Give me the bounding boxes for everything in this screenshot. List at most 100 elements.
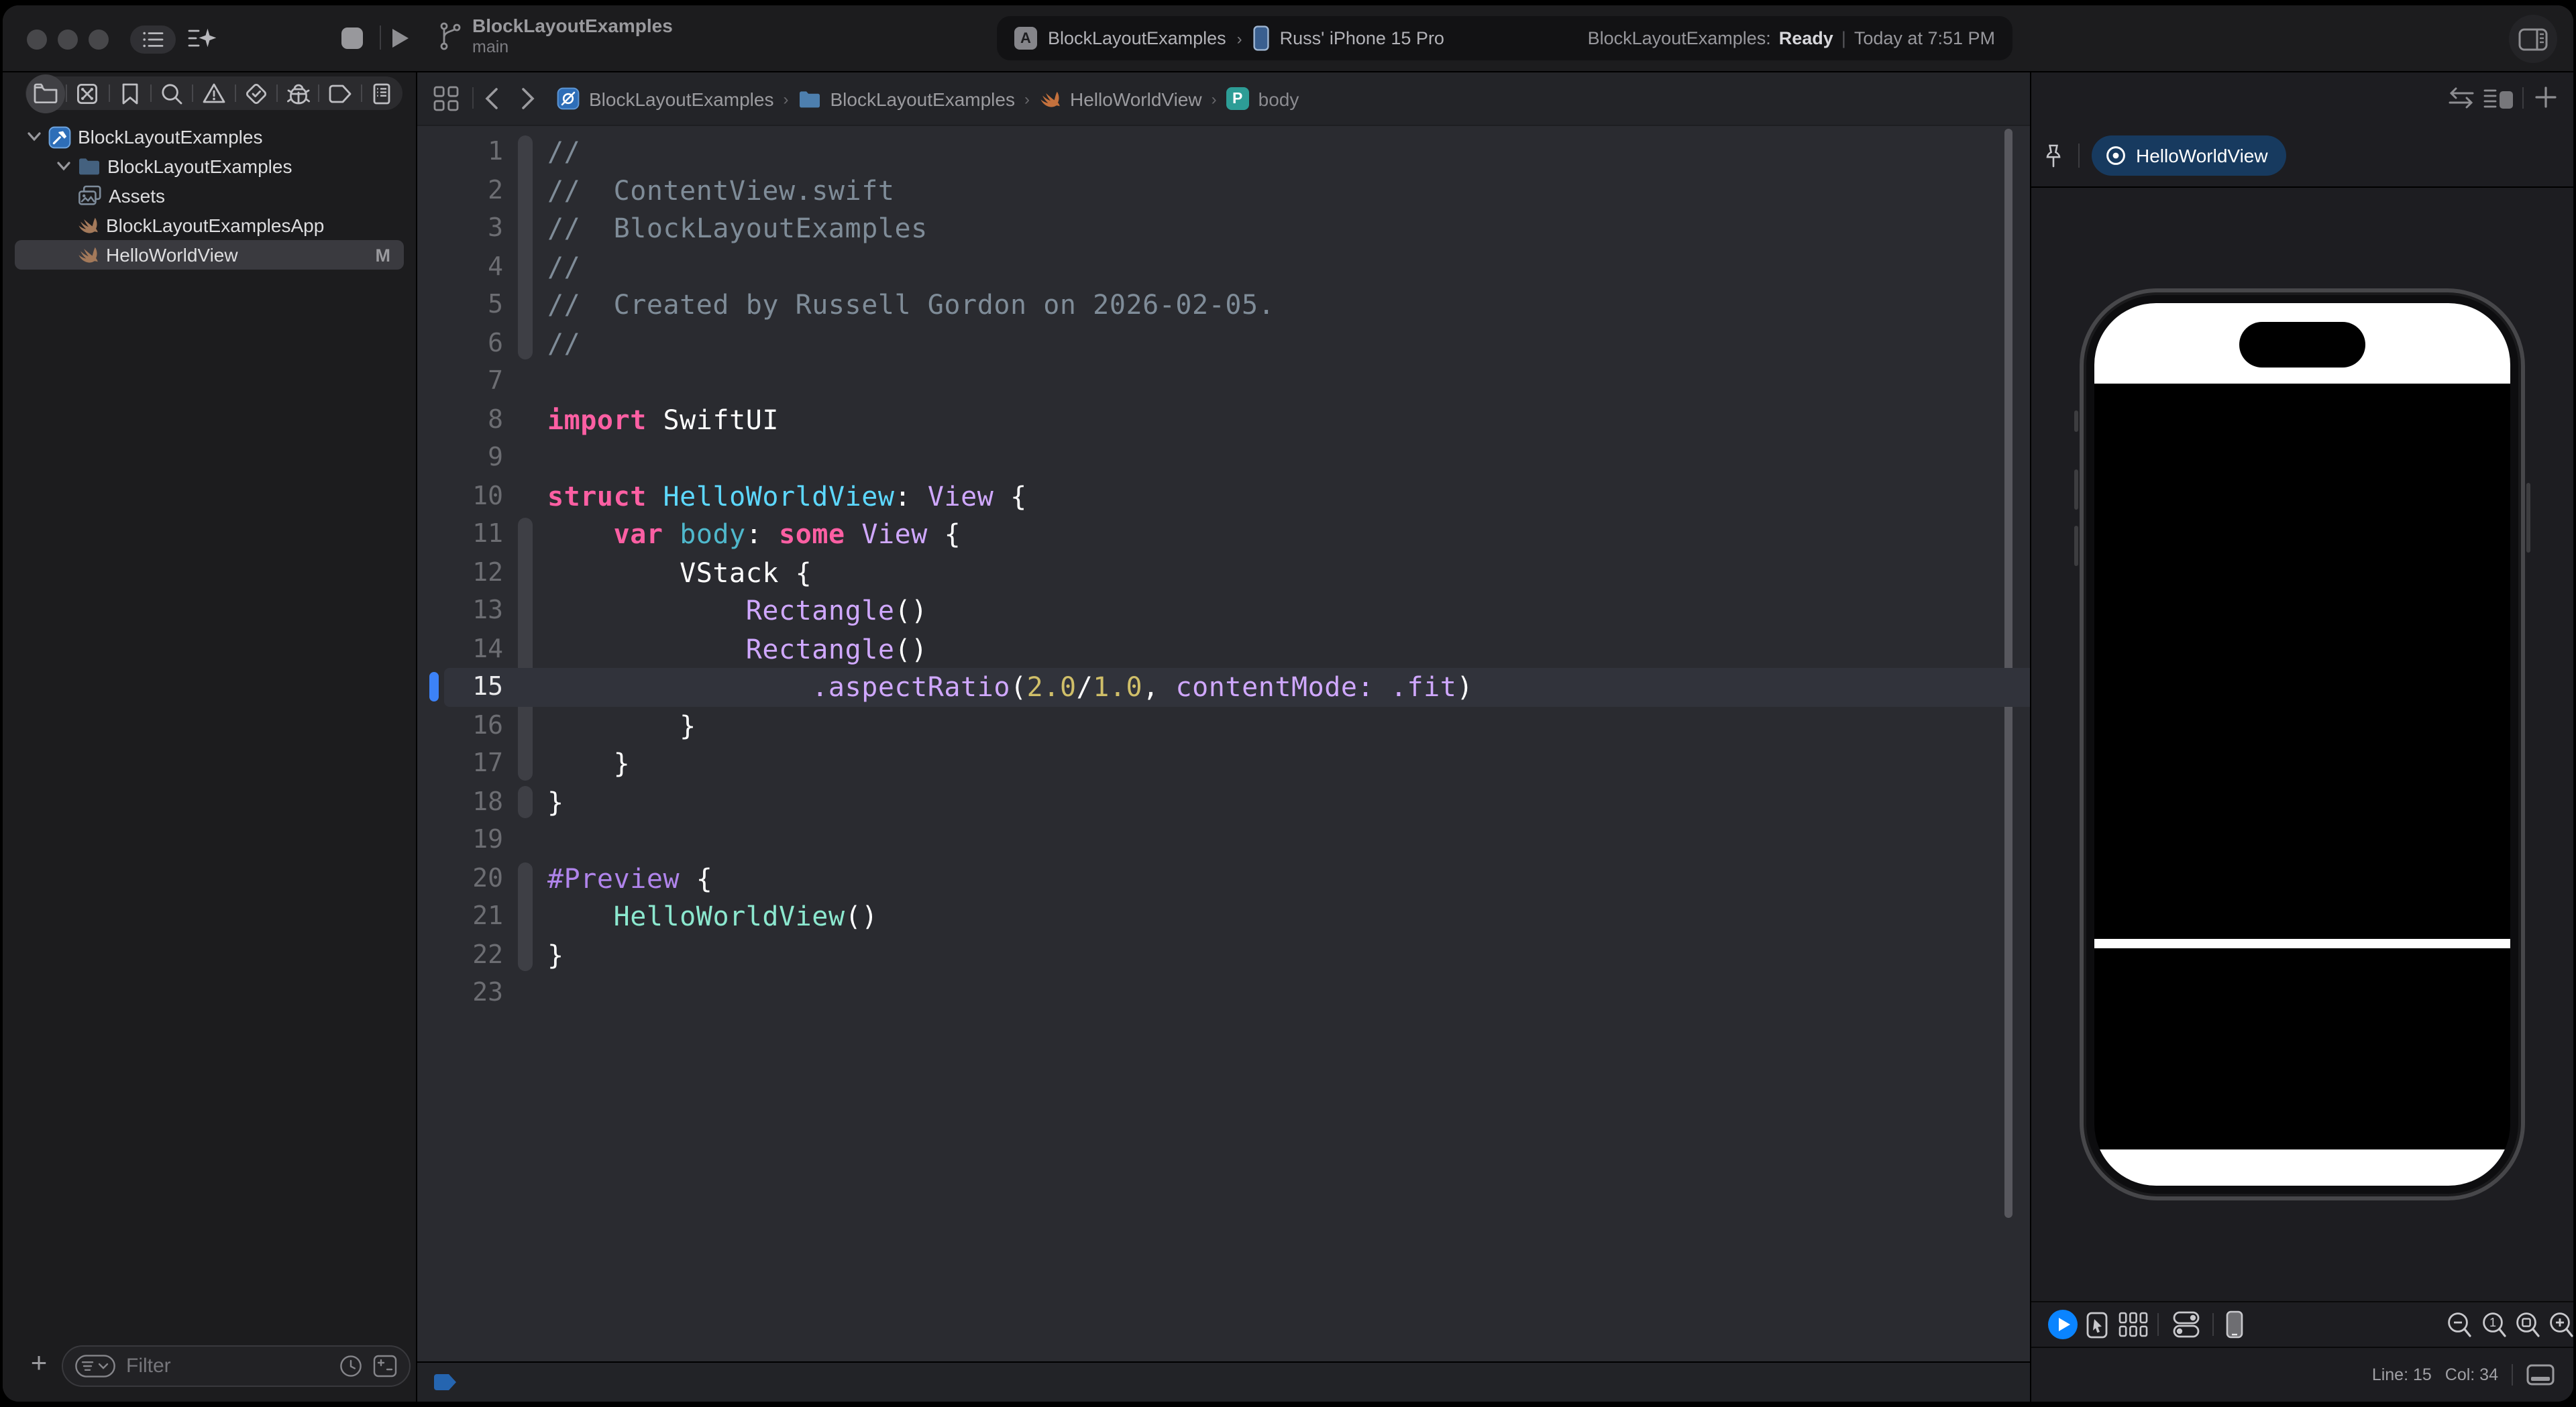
code-line[interactable]: //	[547, 247, 580, 286]
line-number[interactable]: 1	[417, 133, 503, 171]
tab-find-navigator[interactable]	[152, 76, 193, 110]
stop-button[interactable]	[341, 27, 364, 50]
recent-files-clock-icon[interactable]	[339, 1355, 362, 1377]
code-review-button[interactable]	[2449, 87, 2474, 109]
code-line[interactable]: import SwiftUI	[547, 400, 779, 439]
selectable-preview-button[interactable]	[2086, 1312, 2108, 1339]
line-number[interactable]: 16	[417, 706, 503, 744]
code-line[interactable]: //	[547, 324, 580, 362]
code-line[interactable]: Rectangle()	[547, 592, 928, 630]
zoom-out-button[interactable]	[2447, 1312, 2473, 1339]
filter-options-icon[interactable]	[75, 1355, 115, 1377]
code-line[interactable]: }	[547, 706, 696, 744]
line-number[interactable]: 20	[417, 859, 503, 897]
code-line[interactable]: // Created by Russell Gordon on 2026-02-…	[547, 286, 1275, 324]
tab-project-navigator[interactable]	[25, 76, 66, 110]
line-number[interactable]: 21	[417, 897, 503, 936]
code-line[interactable]: //	[547, 133, 580, 171]
tab-source-control-navigator[interactable]	[68, 76, 109, 110]
breakpoint-indicator-icon[interactable]	[433, 1373, 458, 1391]
line-number[interactable]: 13	[417, 592, 503, 630]
line-number[interactable]: 23	[417, 974, 503, 1012]
code-editor-area[interactable]: 1//2// ContentView.swift3// BlockLayoutE…	[417, 126, 2030, 1361]
scheme-activity-view[interactable]: A BlockLayoutExamples › Russ' iPhone 15 …	[997, 16, 2012, 60]
code-line[interactable]: HelloWorldView()	[547, 897, 878, 936]
zoom-window-button[interactable]	[89, 29, 109, 49]
line-number[interactable]: 17	[417, 744, 503, 783]
breadcrumb-item[interactable]: BlockLayoutExamples	[798, 88, 1016, 109]
minimize-window-button[interactable]	[58, 29, 78, 49]
breadcrumb-label[interactable]: body	[1258, 88, 1299, 109]
iphone-preview-device[interactable]	[2080, 288, 2525, 1200]
code-line[interactable]: #Preview {	[547, 859, 712, 897]
adjust-editor-options-button[interactable]	[2483, 87, 2514, 110]
tab-breakpoint-navigator[interactable]	[320, 76, 361, 110]
zoom-to-fit-button[interactable]	[2516, 1312, 2541, 1339]
go-forward-button[interactable]	[521, 87, 535, 110]
code-line[interactable]: VStack {	[547, 553, 812, 592]
zoom-actual-size-button[interactable]: 1	[2482, 1312, 2508, 1339]
line-number[interactable]: 22	[417, 936, 503, 974]
preview-variants-button[interactable]	[2118, 1312, 2148, 1337]
sidebar-item-BlockLayoutExamples[interactable]: BlockLayoutExamples	[15, 122, 404, 152]
toggle-bottom-bar-icon[interactable]	[2526, 1364, 2555, 1386]
line-number[interactable]: 3	[417, 209, 503, 247]
line-number[interactable]: 6	[417, 324, 503, 362]
breadcrumb-item[interactable]: HelloWorldView	[1039, 88, 1202, 109]
line-number[interactable]: 14	[417, 630, 503, 668]
zoom-in-button[interactable]	[2549, 1312, 2573, 1339]
go-back-button[interactable]	[484, 87, 499, 110]
code-line[interactable]: }	[547, 744, 630, 783]
editor-only-mode-button[interactable]	[130, 25, 176, 54]
code-fold-ribbon[interactable]	[518, 862, 533, 971]
tab-test-navigator[interactable]	[235, 76, 276, 110]
line-number[interactable]: 5	[417, 286, 503, 324]
sidebar-item-BlockLayoutExamples[interactable]: BlockLayoutExamples	[15, 152, 404, 181]
breadcrumb-label[interactable]: BlockLayoutExamples	[830, 88, 1016, 109]
preview-screen[interactable]	[2094, 303, 2510, 1186]
line-number[interactable]: 19	[417, 821, 503, 859]
pin-preview-button[interactable]	[2042, 144, 2065, 169]
code-line[interactable]: var body: some View {	[547, 515, 961, 553]
line-number[interactable]: 18	[417, 783, 503, 821]
run-destination-label[interactable]: Russ' iPhone 15 Pro	[1280, 28, 1444, 48]
tab-report-navigator[interactable]	[362, 76, 402, 110]
device-settings-button[interactable]	[2171, 1309, 2202, 1340]
tab-issue-navigator[interactable]	[194, 76, 235, 110]
sidebar-item-Assets[interactable]: Assets	[15, 181, 404, 211]
breadcrumb-item[interactable]: BlockLayoutExamples	[557, 87, 774, 110]
code-line[interactable]: }	[547, 936, 564, 974]
add-editor-button[interactable]	[2534, 86, 2557, 109]
disclosure-chevron-icon[interactable]	[56, 161, 71, 172]
close-window-button[interactable]	[27, 29, 47, 49]
source-control-change-bar[interactable]	[429, 672, 439, 701]
breadcrumb-label[interactable]: HelloWorldView	[1070, 88, 1202, 109]
breadcrumb-item[interactable]: Pbody	[1226, 87, 1299, 110]
code-line[interactable]: // ContentView.swift	[547, 171, 895, 209]
line-number[interactable]: 12	[417, 553, 503, 592]
code-fold-ribbon[interactable]	[518, 785, 533, 818]
toggle-inspectors-button[interactable]	[2509, 15, 2557, 63]
filter-field[interactable]: Filter	[62, 1345, 411, 1387]
code-line[interactable]: Rectangle()	[547, 630, 928, 668]
breadcrumb-label[interactable]: BlockLayoutExamples	[589, 88, 774, 109]
tab-bookmark-navigator[interactable]	[109, 76, 150, 110]
scheme-project-info[interactable]: BlockLayoutExamples main	[439, 15, 673, 58]
code-line[interactable]: .aspectRatio(2.0/1.0, contentMode: .fit)	[547, 668, 1473, 706]
related-items-button[interactable]	[433, 86, 459, 111]
sidebar-item-BlockLayoutExamplesApp[interactable]: BlockLayoutExamplesApp	[15, 211, 404, 240]
code-line[interactable]: }	[547, 783, 564, 821]
filter-placeholder[interactable]: Filter	[126, 1355, 329, 1377]
live-preview-button[interactable]	[2047, 1309, 2078, 1340]
run-button[interactable]	[390, 27, 411, 50]
sidebar-item-HelloWorldView[interactable]: HelloWorldViewM	[15, 240, 404, 270]
line-number[interactable]: 10	[417, 477, 503, 515]
line-number[interactable]: 7	[417, 362, 503, 400]
add-item-button[interactable]: +	[21, 1347, 56, 1382]
code-fold-ribbon[interactable]	[518, 518, 533, 780]
preview-tab[interactable]: HelloWorldView	[2092, 135, 2287, 176]
writing-tools-button[interactable]	[188, 25, 217, 52]
line-number[interactable]: 4	[417, 247, 503, 286]
code-line[interactable]: // BlockLayoutExamples	[547, 209, 928, 247]
line-number[interactable]: 11	[417, 515, 503, 553]
